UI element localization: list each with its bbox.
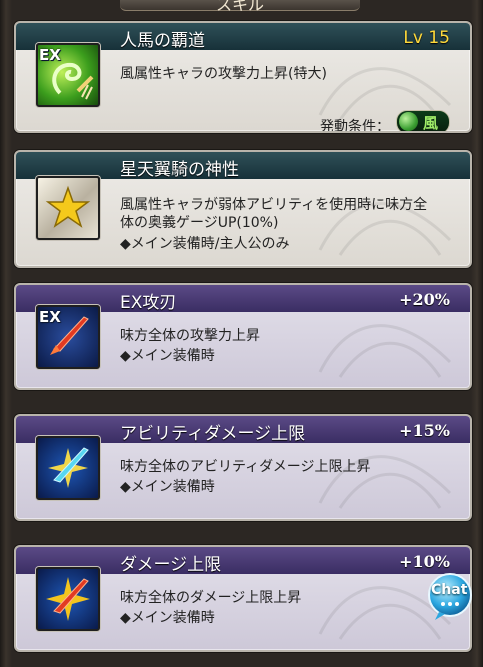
- skill-note: ◆メイン装備時: [120, 610, 215, 626]
- skill-description-line-2: 体の奥義ゲージUP(10%): [120, 215, 279, 231]
- skill-title-bar: [16, 152, 470, 179]
- ornament-decoration: [318, 324, 452, 378]
- skill-description: 味方全体のダメージ上限上昇: [120, 590, 302, 606]
- skill-card-5[interactable]: ダメージ上限 +10% 味方全体のダメージ上限上昇 ◆メイン装備時: [14, 545, 472, 652]
- skill-note: ◆メイン装備時/主人公のみ: [120, 236, 290, 252]
- gold-star-icon: [36, 176, 100, 240]
- skill-description: 風属性キャラの攻撃力上昇(特大): [120, 66, 327, 82]
- skill-note: ◆メイン装備時: [120, 479, 215, 495]
- ornament-decoration: [318, 202, 452, 256]
- skill-note: ◆メイン装備時: [120, 348, 215, 364]
- ability-damage-cap-icon: [36, 436, 100, 500]
- skill-name: ダメージ上限: [120, 555, 222, 575]
- blue-burst-icon: [48, 447, 89, 488]
- wind-element-badge: 風: [396, 110, 450, 132]
- ex-badge: EX: [39, 46, 61, 64]
- skill-description: 味方全体のアビリティダメージ上限上昇: [120, 459, 371, 475]
- skill-card-3[interactable]: EX EX攻刃 +20% 味方全体の攻撃力上昇 ◆メイン装備時: [14, 283, 472, 390]
- skill-value: +10%: [399, 552, 450, 571]
- ex-badge: EX: [39, 308, 61, 326]
- wind-element-icon: [399, 112, 418, 131]
- ex-attack-sword-icon: EX: [36, 305, 100, 369]
- star-icon: [45, 185, 91, 228]
- skill-card-1[interactable]: EX 人馬の覇道 Lv 15 風属性キャラの攻撃力上昇(特大) 発動条件： 風: [14, 21, 472, 133]
- skill-value: +15%: [399, 421, 450, 440]
- skill-name: 星天翼騎の神性: [120, 160, 239, 180]
- skill-name: 人馬の覇道: [120, 31, 205, 51]
- skill-name: EX攻刃: [120, 293, 177, 313]
- skill-card-4[interactable]: アビリティダメージ上限 +15% 味方全体のアビリティダメージ上限上昇 ◆メイン…: [14, 414, 472, 521]
- skill-card-2[interactable]: 星天翼騎の神性 風属性キャラが弱体アビリティを使用時に味方全 体の奥義ゲージUP…: [14, 150, 472, 268]
- section-title: スキル: [215, 0, 264, 14]
- chat-button[interactable]: Chat: [425, 572, 475, 622]
- element-name: 風: [423, 114, 439, 132]
- wind-ex-sword-icon: EX: [36, 43, 100, 107]
- red-burst-sword-icon: [46, 577, 90, 621]
- chat-label: Chat: [431, 582, 468, 598]
- skill-value: +20%: [399, 290, 450, 309]
- skill-name: アビリティダメージ上限: [120, 424, 306, 444]
- damage-cap-icon: [36, 567, 100, 631]
- activation-condition-label: 発動条件：: [320, 119, 390, 133]
- skill-description: 味方全体の攻撃力上昇: [120, 328, 260, 344]
- section-header: スキル: [120, 0, 360, 14]
- skill-level: Lv 15: [403, 28, 450, 48]
- skill-description-line-1: 風属性キャラが弱体アビリティを使用時に味方全: [120, 197, 428, 213]
